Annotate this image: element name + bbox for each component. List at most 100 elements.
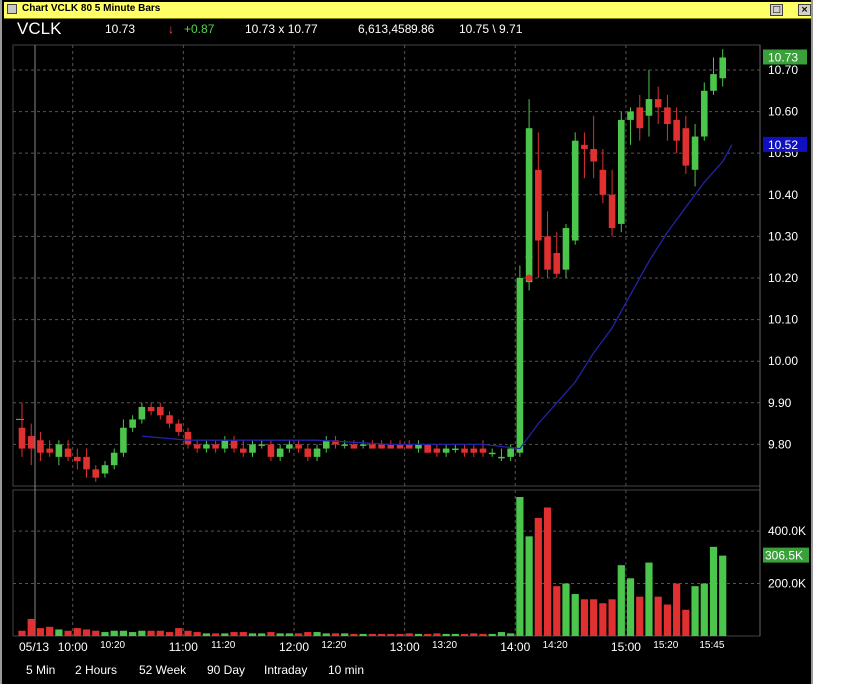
volume-bar	[580, 599, 589, 636]
volume-bar	[36, 628, 45, 636]
volume-bar	[488, 633, 496, 636]
candle-body	[267, 444, 275, 457]
volume-bar	[460, 633, 469, 636]
time-axis-label-minor: 15:45	[699, 640, 724, 651]
volume-bar	[248, 633, 257, 636]
candle-body	[599, 169, 607, 195]
volume-bar	[377, 633, 386, 636]
timeframe-tab-52-week[interactable]: 52 Week	[139, 663, 186, 677]
candle-body	[700, 90, 708, 137]
candle-body	[55, 444, 63, 457]
candle-body	[452, 448, 459, 451]
volume-bar	[479, 633, 487, 636]
volume-bar	[285, 633, 293, 636]
price-tick-label: 10.00	[768, 354, 798, 368]
volume-bar	[682, 609, 690, 636]
timeframe-tab-intraday[interactable]: Intraday	[264, 663, 307, 677]
volume-bar	[590, 599, 598, 636]
volume-bar	[645, 562, 653, 636]
candle-body	[590, 149, 597, 162]
candle-body	[654, 99, 662, 108]
candle-body	[157, 406, 164, 416]
candle-body	[120, 427, 127, 453]
candle-body	[461, 448, 468, 453]
candle-body	[221, 440, 229, 449]
candle-body	[535, 169, 542, 241]
candle-body	[129, 419, 136, 428]
candle-body	[581, 144, 588, 150]
candle-body	[516, 277, 524, 453]
volume-bar	[129, 632, 137, 636]
volume-bar	[55, 629, 63, 636]
price-tick-label: 10.30	[768, 229, 798, 243]
candle-body	[295, 444, 302, 449]
candle-body	[544, 236, 551, 270]
volume-bar	[202, 633, 210, 636]
candle-body	[350, 444, 358, 449]
volume-bar	[470, 633, 478, 636]
volume-bar	[636, 596, 644, 636]
volume-bar	[368, 633, 376, 636]
volume-bar	[654, 596, 662, 636]
price-tick-label: 10.70	[768, 63, 798, 77]
time-axis-label: 05/13	[19, 640, 49, 654]
timeframe-tab-2-hours[interactable]: 2 Hours	[75, 663, 117, 677]
candle-body	[110, 452, 118, 466]
volume-bar	[626, 578, 635, 636]
candle-body	[101, 465, 109, 474]
time-axis-label-minor: 14:20	[543, 640, 568, 651]
candle-body	[313, 448, 321, 457]
volume-bar	[110, 630, 118, 636]
volume-bar	[175, 628, 183, 636]
price-tick-label: 9.80	[768, 437, 792, 451]
time-axis-label: 14:00	[500, 640, 530, 654]
volume-bar	[331, 633, 340, 636]
candle-body	[64, 448, 72, 457]
candle-body	[433, 448, 441, 453]
volume-tag-label: 306.5K	[765, 549, 803, 563]
volume-bar	[663, 604, 671, 636]
candle-body	[18, 427, 26, 449]
candle-body	[249, 444, 256, 453]
candle-body	[276, 448, 284, 457]
volume-bar	[700, 583, 708, 636]
timeframe-tab-10-min[interactable]: 10 min	[328, 663, 364, 677]
candle-body	[627, 111, 634, 120]
volume-bar	[387, 633, 395, 636]
price-volume-chart[interactable]: 10.7010.6010.5010.4010.3010.2010.1010.00…	[2, 0, 811, 660]
volume-bar	[221, 633, 229, 636]
volume-bar	[516, 497, 524, 636]
candle-body	[46, 448, 53, 453]
chart-window: Chart VCLK 80 5 Minute Bars □ × VCLK 10.…	[0, 0, 813, 684]
volume-bar	[101, 632, 109, 636]
volume-bar	[599, 603, 607, 636]
volume-bar	[64, 630, 72, 636]
volume-bar	[691, 586, 699, 636]
candle-body	[682, 128, 690, 166]
candle-body	[488, 452, 496, 455]
volume-bar	[230, 632, 238, 636]
time-axis-label-minor: 15:20	[653, 640, 678, 651]
candle-body	[442, 448, 450, 453]
timeframe-tab-90-day[interactable]: 90 Day	[207, 663, 245, 677]
volume-bar	[267, 632, 275, 636]
volume-bar	[322, 633, 330, 636]
candle-body	[673, 119, 680, 141]
candle-body	[719, 57, 727, 79]
candle-body	[239, 448, 247, 453]
candle-body	[553, 253, 561, 274]
candle-body	[166, 415, 173, 424]
timeframe-tabs: 5 Min 2 Hours 52 Week 90 Day Intraday 10 min	[2, 660, 810, 680]
volume-bar	[147, 630, 155, 636]
volume-bar	[239, 632, 247, 636]
time-axis-label-minor: 10:20	[100, 640, 125, 651]
volume-bar	[276, 633, 284, 636]
volume-bar	[414, 633, 423, 636]
volume-bar	[525, 536, 533, 636]
time-axis-label-minor: 11:20	[211, 640, 236, 651]
price-tick-label: 10.10	[768, 313, 798, 327]
timeframe-tab-5-min[interactable]: 5 Min	[26, 663, 55, 677]
candle-body	[618, 119, 625, 224]
candle-body	[304, 448, 312, 457]
candle-body	[378, 444, 385, 449]
